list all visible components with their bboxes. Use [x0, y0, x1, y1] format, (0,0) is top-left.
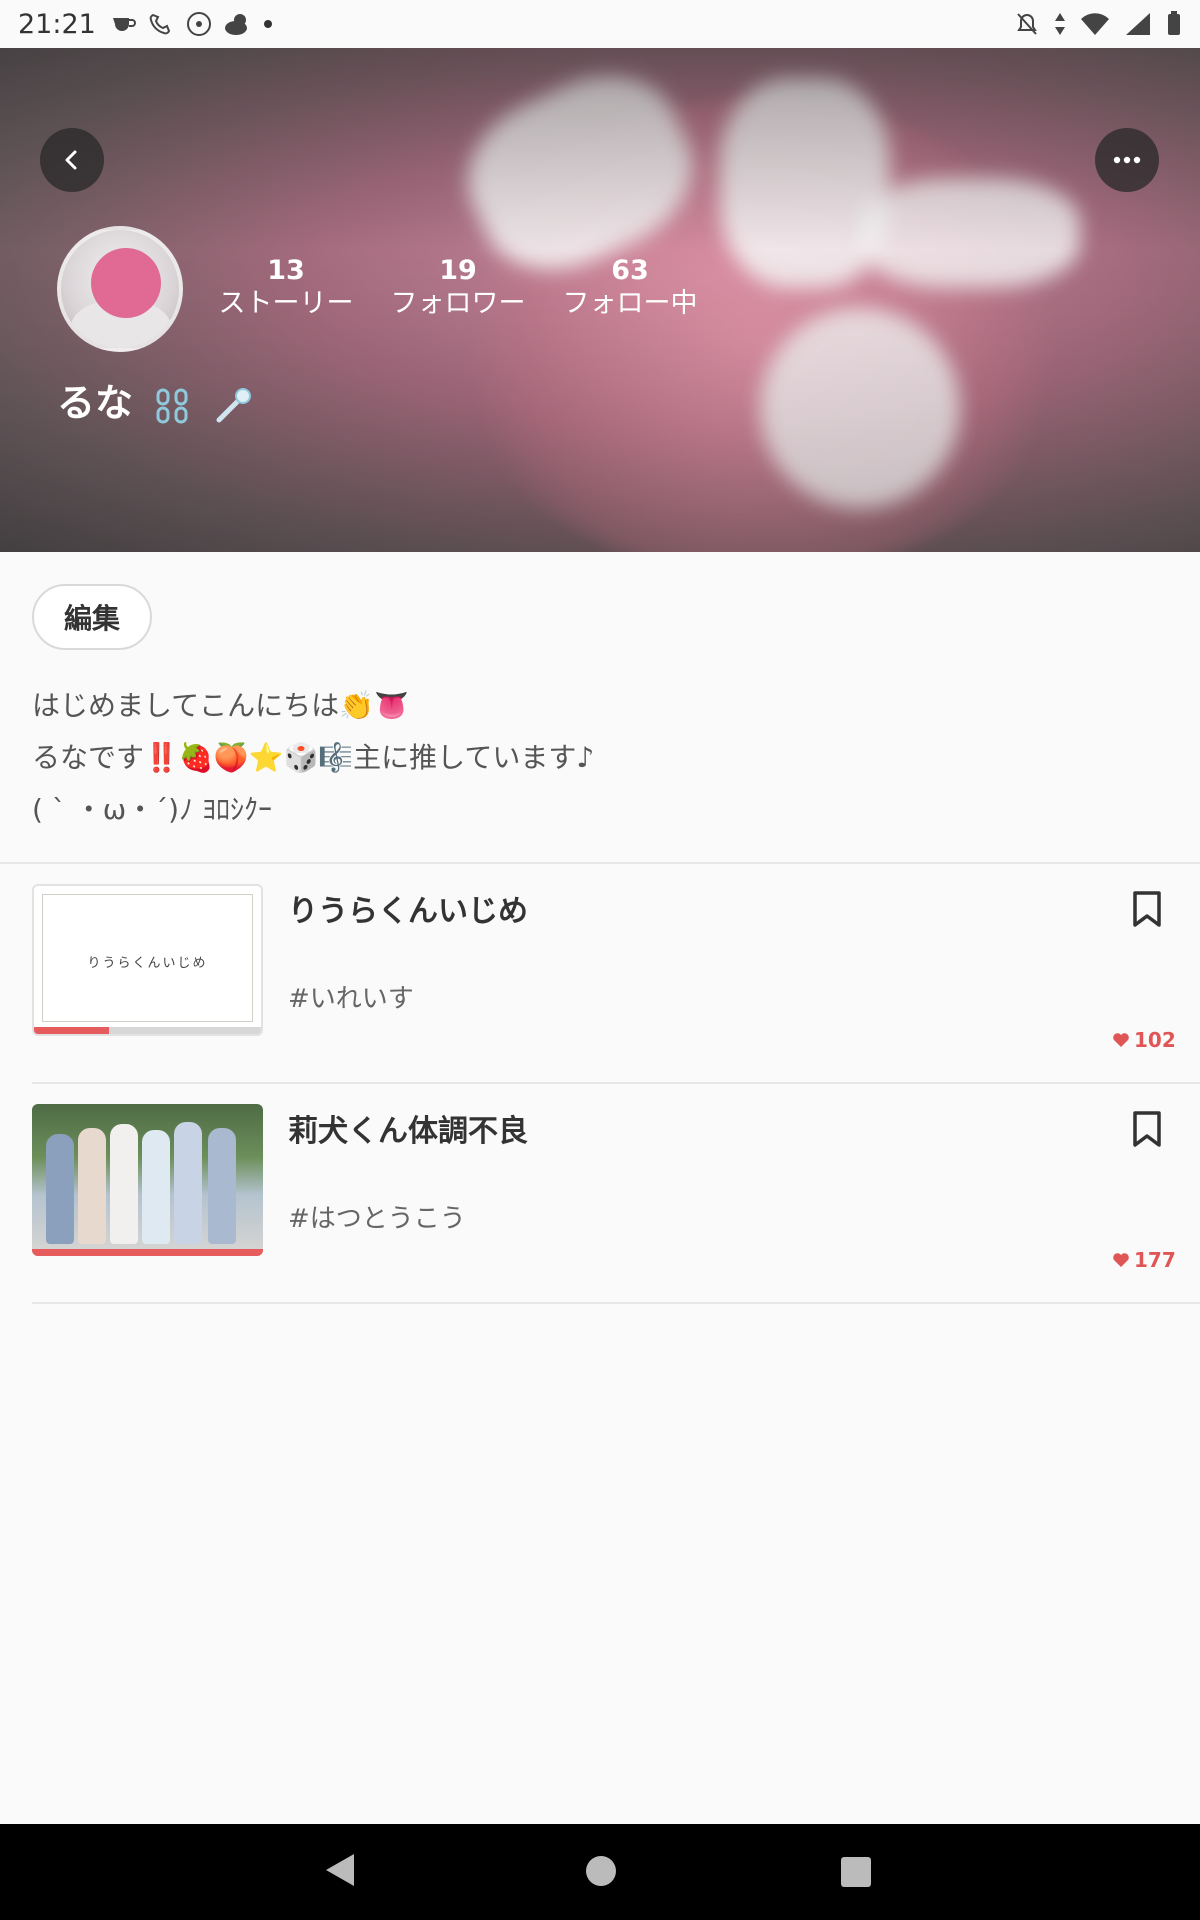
stat-following-label: フォロー中 — [562, 288, 698, 319]
stat-stories[interactable]: 13 ストーリー — [216, 256, 356, 322]
thumbnail-text: りうらくんいじめ — [87, 956, 208, 971]
microphone-icon — [216, 387, 252, 422]
thumbnail-figure — [78, 1128, 106, 1244]
read-progress-bar — [34, 1027, 261, 1034]
story-tag[interactable]: #はつとうこう — [288, 1198, 466, 1235]
data-arrows-icon — [1055, 13, 1065, 35]
read-progress-fill — [34, 1027, 109, 1034]
story-thumbnail[interactable] — [32, 1104, 263, 1256]
call-icon — [149, 13, 170, 35]
avatar[interactable] — [57, 226, 183, 352]
like-count-value: 177 — [1134, 1248, 1176, 1272]
profile-bio: はじめましてこんにちは👏👅 るなです‼️🍓🍑⭐🎲🎼主に推しています♪ ( ˋ ・… — [32, 680, 1172, 836]
chevron-left-icon — [65, 150, 77, 170]
status-bar: 21:21 — [0, 0, 1200, 48]
chain-icon — [156, 388, 188, 423]
nav-back-icon[interactable] — [326, 1854, 354, 1886]
avatar-sticker — [91, 248, 161, 318]
username: るな — [57, 372, 255, 427]
stat-following-count: 63 — [611, 255, 649, 286]
back-button[interactable] — [40, 128, 104, 192]
notification-dot — [263, 20, 272, 28]
username-text: るな — [57, 381, 134, 425]
thumbnail-figure — [46, 1134, 74, 1244]
bio-line: るなです‼️🍓🍑⭐🎲🎼主に推しています♪ — [32, 741, 595, 774]
stat-followers-label: フォロワー — [390, 288, 526, 319]
bookmark-icon[interactable] — [1132, 890, 1162, 928]
mute-icon — [1017, 13, 1037, 35]
bookmark-icon[interactable] — [1132, 1110, 1162, 1148]
story-item[interactable]: りうらくんいじめ りうらくんいじめ #いれいす 102 — [32, 864, 1176, 1084]
story-item[interactable]: 莉犬くん体調不良 #はつとうこう 177 — [32, 1084, 1176, 1304]
read-progress-bar — [32, 1249, 263, 1256]
stat-following[interactable]: 63 フォロー中 — [560, 256, 700, 322]
thumbnail-figure — [110, 1124, 138, 1244]
story-title[interactable]: 莉犬くん体調不良 — [288, 1106, 528, 1150]
nav-home-icon[interactable] — [586, 1856, 616, 1886]
battery-icon — [1168, 11, 1180, 35]
story-title[interactable]: りうらくんいじめ — [288, 886, 528, 930]
stat-followers-count: 19 — [439, 255, 477, 286]
thumbnail-figure — [174, 1122, 202, 1244]
signal-icon — [1126, 13, 1150, 35]
heart-icon — [1113, 1033, 1129, 1047]
stat-followers[interactable]: 19 フォロワー — [388, 256, 528, 322]
status-time: 21:21 — [18, 8, 96, 40]
stat-stories-label: ストーリー — [218, 288, 354, 319]
like-count: 177 — [1112, 1248, 1200, 1272]
weather-icon — [224, 14, 247, 35]
more-horizontal-icon — [1113, 156, 1141, 164]
read-progress-fill — [32, 1249, 263, 1256]
cup-icon — [112, 18, 136, 31]
story-thumbnail[interactable]: りうらくんいじめ — [32, 884, 263, 1036]
nav-recents-icon[interactable] — [841, 1857, 871, 1887]
system-navigation-bar — [0, 1824, 1200, 1920]
edit-profile-button[interactable]: 編集 — [32, 584, 152, 650]
like-count: 102 — [1112, 1028, 1200, 1052]
more-button[interactable] — [1095, 128, 1159, 192]
like-count-value: 102 — [1134, 1028, 1176, 1052]
bio-line: はじめましてこんにちは👏👅 — [32, 689, 409, 722]
bio-line: ( ˋ ・ω・´)ﾉ ﾖﾛｼｸｰ — [32, 793, 272, 826]
wifi-icon — [1081, 13, 1109, 35]
hotspot-icon — [186, 12, 211, 36]
story-tag[interactable]: #いれいす — [288, 978, 414, 1015]
heart-icon — [1113, 1253, 1129, 1267]
profile-header: 13 ストーリー 19 フォロワー 63 フォロー中 るな — [0, 48, 1200, 552]
divider — [32, 1302, 1200, 1304]
stat-stories-count: 13 — [267, 255, 305, 286]
thumbnail-figure — [142, 1130, 170, 1244]
thumbnail-figure — [208, 1128, 236, 1244]
